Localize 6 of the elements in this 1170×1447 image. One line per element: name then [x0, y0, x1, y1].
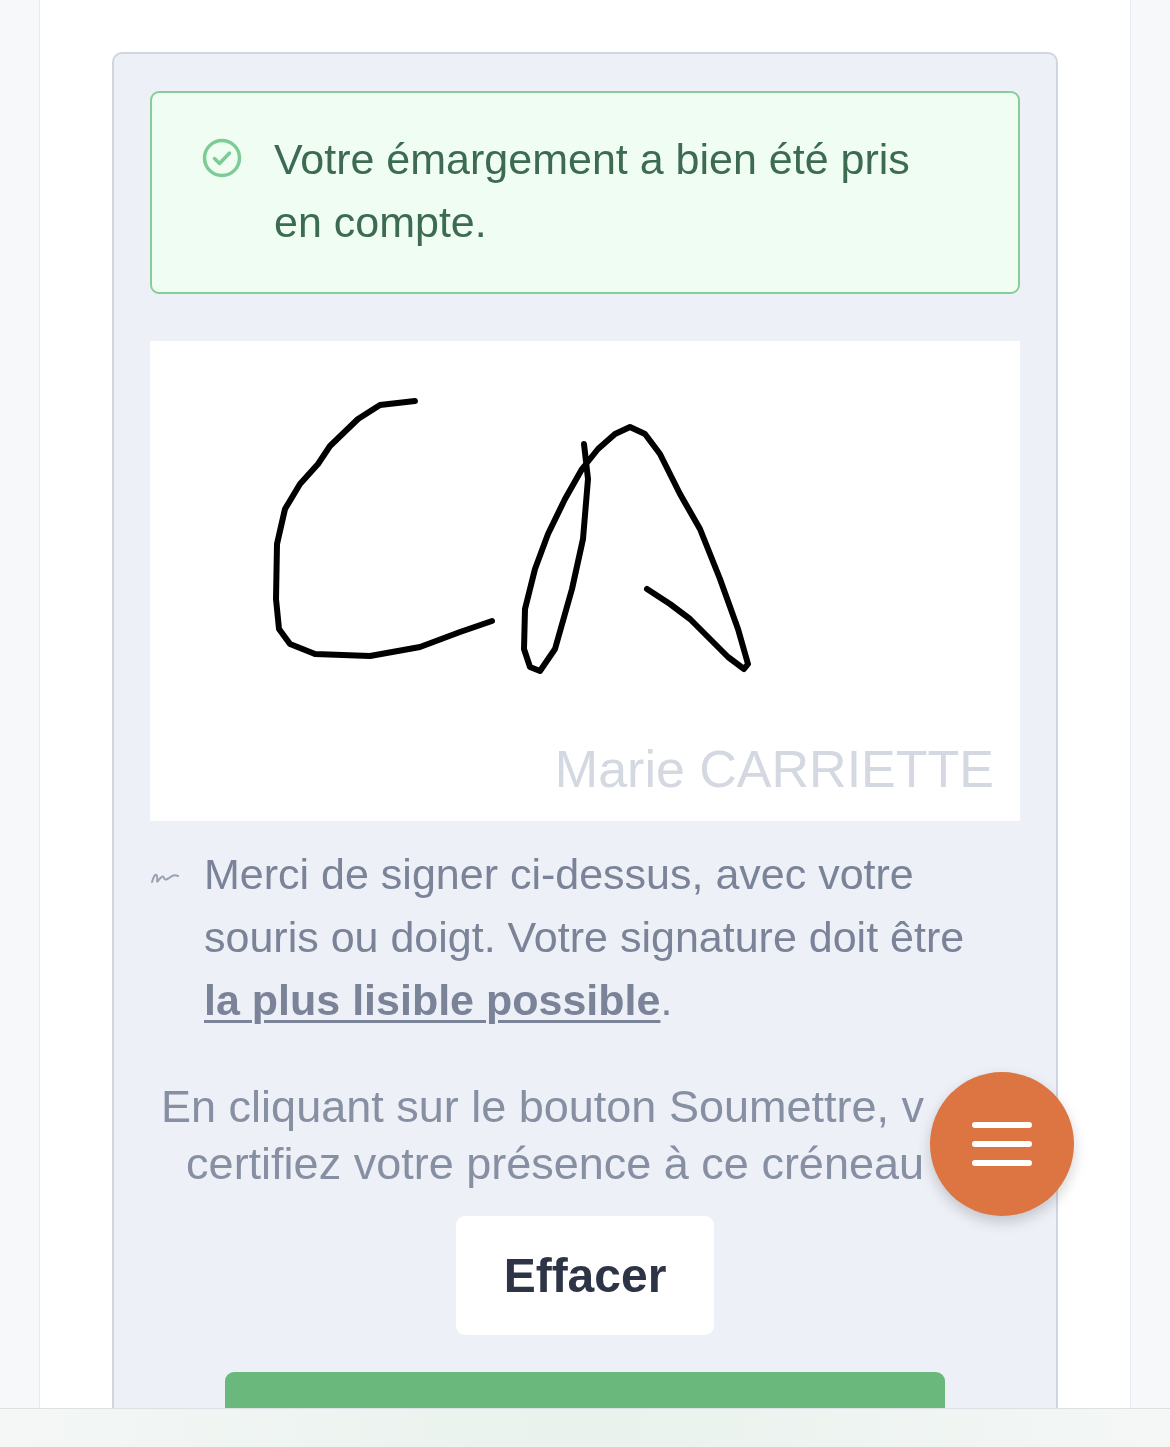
signing-instructions: Merci de signer ci-dessus, avec votre souris ou doigt. Votre signature doit être la plus lisible possible. [204, 849, 966, 1026]
consent-text: En cliquant sur le bouton Soumettre, v certifiez votre présence à ce créneau [160, 1080, 924, 1191]
clear-button[interactable]: Effacer [456, 1216, 714, 1335]
alert-message: Votre émargement a bien été pris en compte. [274, 134, 911, 248]
check-circle-icon [202, 138, 242, 178]
menu-icon [972, 1122, 1032, 1166]
